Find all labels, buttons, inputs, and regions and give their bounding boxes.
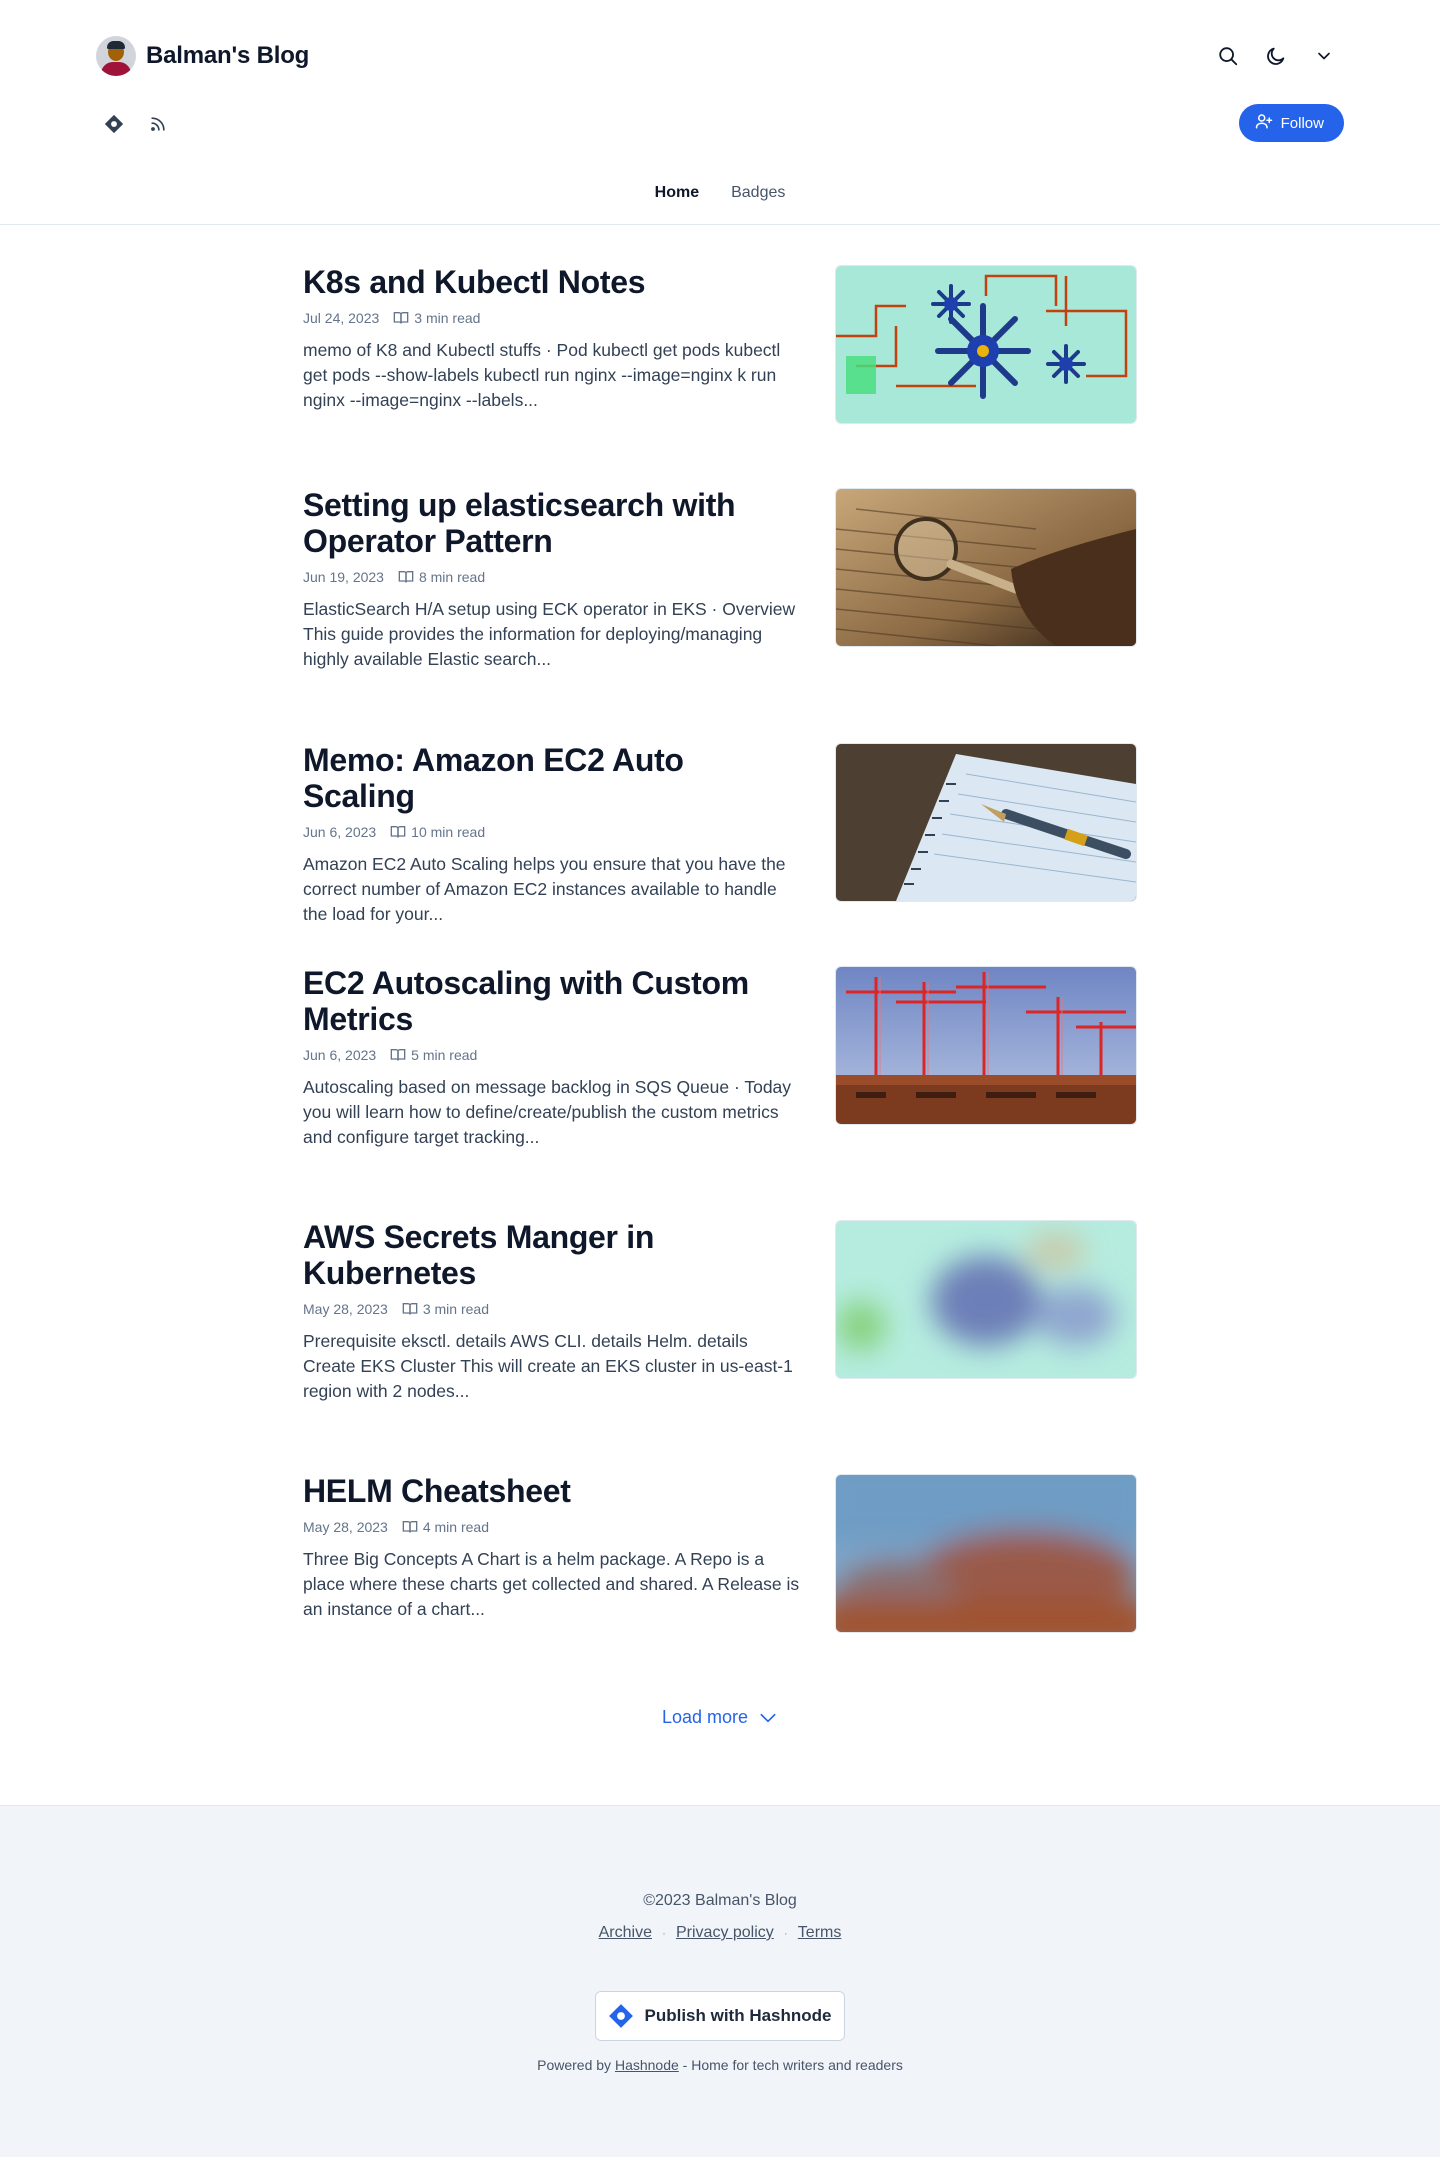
- follow-label: Follow: [1280, 114, 1324, 132]
- post-excerpt: ElasticSearch H/A setup using ECK operat…: [303, 599, 796, 669]
- post-meta: Jul 24, 2023 3 min read: [303, 310, 803, 326]
- book-icon: [402, 1303, 418, 1315]
- hashnode-link[interactable]: Hashnode: [615, 2057, 679, 2073]
- footer-links: Archive · Privacy policy · Terms: [0, 1924, 1440, 1942]
- tab-badges[interactable]: Badges: [731, 184, 785, 212]
- header-actions: [1214, 42, 1338, 70]
- hashnode-logo-icon: [609, 2004, 634, 2028]
- follow-button[interactable]: Follow: [1238, 104, 1344, 142]
- post-title[interactable]: HELM Cheatsheet: [303, 1473, 803, 1509]
- site-footer: ©2023 Balman's Blog Archive · Privacy po…: [0, 1805, 1440, 2157]
- read-time: 3 min read: [414, 310, 481, 326]
- post-card[interactable]: EC2 Autoscaling with Custom Metrics Jun …: [303, 965, 1137, 1150]
- read-time: 3 min read: [422, 1301, 489, 1317]
- search-icon[interactable]: [1214, 42, 1242, 70]
- post-date: Jun 6, 2023: [303, 1047, 377, 1063]
- publish-label: Publish with Hashnode: [644, 2006, 832, 2025]
- powered-suffix: - Home for tech writers and readers: [682, 2057, 903, 2073]
- publish-with-hashnode-button[interactable]: Publish with Hashnode: [595, 1991, 845, 2041]
- post-thumbnail[interactable]: [835, 1220, 1137, 1379]
- load-more-button[interactable]: Load more: [656, 1706, 784, 1729]
- avatar[interactable]: [96, 36, 136, 76]
- separator: ·: [783, 1926, 788, 1940]
- book-icon: [398, 571, 414, 583]
- post-date: Jun 6, 2023: [303, 824, 377, 840]
- post-meta: Jun 19, 2023 8 min read: [303, 569, 803, 585]
- post-excerpt: Autoscaling based on message backlog in …: [303, 1077, 792, 1147]
- book-icon: [402, 1521, 418, 1533]
- blog-brand[interactable]: Balman's Blog: [96, 36, 309, 76]
- hashnode-icon[interactable]: [100, 110, 128, 138]
- separator: ·: [661, 1926, 666, 1940]
- read-time: 5 min read: [411, 1047, 478, 1063]
- read-time: 8 min read: [418, 569, 486, 585]
- book-icon: [390, 826, 406, 838]
- post-excerpt: memo of K8 and Kubectl stuffs · Pod kube…: [303, 340, 781, 410]
- post-date: Jun 19, 2023: [303, 569, 384, 585]
- post-excerpt: Prerequisite eksctl. details AWS CLI. de…: [303, 1331, 793, 1401]
- chevron-down-icon[interactable]: [1310, 42, 1338, 70]
- post-title[interactable]: AWS Secrets Manger in Kubernetes: [303, 1219, 803, 1291]
- post-meta: May 28, 2023 3 min read: [303, 1301, 803, 1317]
- post-title[interactable]: Setting up elasticsearch with Operator P…: [303, 487, 803, 559]
- tab-home[interactable]: Home: [655, 184, 699, 212]
- post-thumbnail[interactable]: [835, 966, 1137, 1125]
- post-card[interactable]: Setting up elasticsearch with Operator P…: [303, 487, 1137, 672]
- powered-by: Powered by Hashnode - Home for tech writ…: [0, 2057, 1440, 2073]
- copyright: ©2023 Balman's Blog: [643, 1892, 797, 1909]
- post-thumbnail[interactable]: [835, 1474, 1137, 1633]
- load-more: Load more: [0, 1706, 1440, 1729]
- post-card[interactable]: K8s and Kubectl Notes Jul 24, 2023 3 min…: [303, 264, 1137, 424]
- post-date: May 28, 2023: [303, 1301, 388, 1317]
- post-card[interactable]: HELM Cheatsheet May 28, 2023 4 min read …: [303, 1473, 1137, 1633]
- blog-nav: Home Badges: [0, 184, 1440, 212]
- post-title[interactable]: Memo: Amazon EC2 Auto Scaling: [303, 742, 803, 814]
- site-header: Balman's Blog Follow Home Badges: [0, 0, 1440, 225]
- book-icon: [390, 1049, 406, 1061]
- chevron-down-icon: [760, 1713, 776, 1722]
- post-card[interactable]: Memo: Amazon EC2 Auto Scaling Jun 6, 202…: [303, 742, 1137, 927]
- read-time: 4 min read: [422, 1519, 489, 1535]
- post-excerpt: Amazon EC2 Auto Scaling helps you ensure…: [303, 854, 786, 924]
- post-meta: Jun 6, 2023 5 min read: [303, 1047, 803, 1063]
- post-meta: Jun 6, 2023 10 min read: [303, 824, 803, 840]
- post-date: May 28, 2023: [303, 1519, 388, 1535]
- site-title[interactable]: Balman's Blog: [146, 42, 309, 70]
- user-plus-icon: [1255, 112, 1273, 134]
- moon-icon[interactable]: [1262, 42, 1290, 70]
- post-thumbnail[interactable]: [835, 488, 1137, 647]
- post-excerpt: Three Big Concepts A Chart is a helm pac…: [303, 1549, 800, 1619]
- post-thumbnail[interactable]: [835, 743, 1137, 902]
- load-more-label: Load more: [661, 1707, 749, 1727]
- post-title[interactable]: EC2 Autoscaling with Custom Metrics: [303, 965, 803, 1037]
- social-links: [100, 110, 172, 138]
- post-date: Jul 24, 2023: [303, 310, 380, 326]
- terms-link[interactable]: Terms: [798, 1924, 842, 1942]
- post-title[interactable]: K8s and Kubectl Notes: [303, 264, 803, 300]
- post-thumbnail[interactable]: [835, 265, 1137, 424]
- book-icon: [393, 312, 409, 324]
- archive-link[interactable]: Archive: [599, 1924, 652, 1942]
- powered-prefix: Powered by: [537, 2057, 612, 2073]
- privacy-policy-link[interactable]: Privacy policy: [676, 1924, 774, 1942]
- read-time: 10 min read: [411, 824, 486, 840]
- post-meta: May 28, 2023 4 min read: [303, 1519, 803, 1535]
- rss-icon[interactable]: [144, 110, 172, 138]
- post-card[interactable]: AWS Secrets Manger in Kubernetes May 28,…: [303, 1219, 1137, 1404]
